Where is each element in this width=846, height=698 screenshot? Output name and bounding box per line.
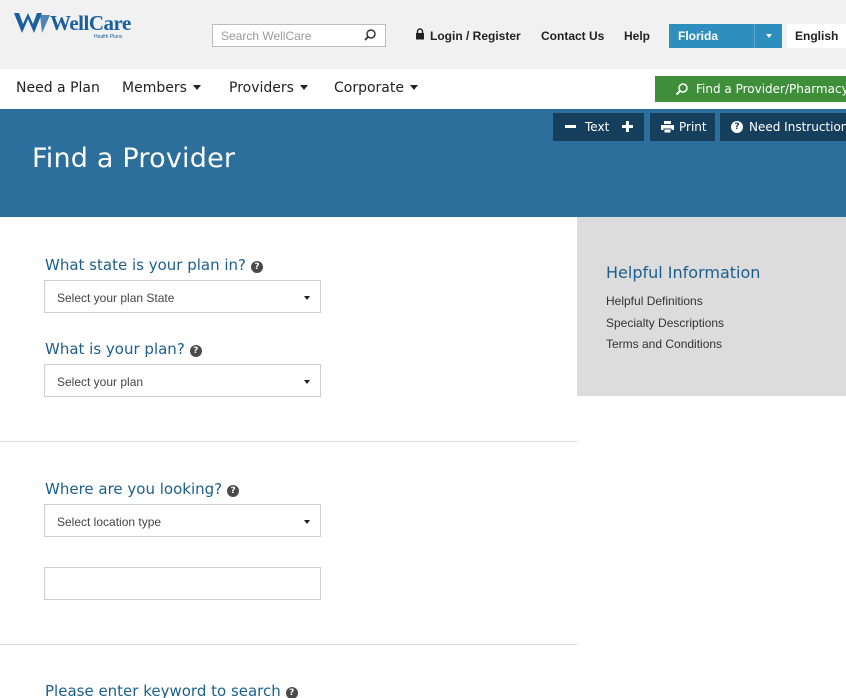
- help-circle-icon[interactable]: ?: [285, 687, 298, 698]
- help-circle-icon[interactable]: ?: [227, 485, 240, 497]
- magnifier-icon: [675, 83, 688, 96]
- plan-state-select-value: Select your plan State: [57, 291, 175, 305]
- plan-state-select[interactable]: Select your plan State: [44, 280, 321, 313]
- help-link[interactable]: Help: [624, 29, 650, 43]
- chevron-down-icon: [754, 24, 782, 48]
- plan-select-value: Select your plan: [57, 375, 144, 389]
- find-provider-pharmacy-button[interactable]: Find a Provider/Pharmacy: [655, 76, 846, 102]
- help-circle-icon[interactable]: ?: [189, 345, 202, 357]
- location-input[interactable]: [44, 567, 321, 600]
- caret-down-icon: [304, 380, 310, 384]
- plan-question-text: What is your plan?: [45, 340, 185, 358]
- plan-select[interactable]: Select your plan: [44, 364, 321, 397]
- nav-providers[interactable]: Providers: [229, 80, 308, 96]
- caret-down-icon: [304, 520, 310, 524]
- keyword-question: Please enter keyword to search?: [45, 682, 298, 698]
- helpful-information-panel: Helpful Information Helpful Definitions …: [577, 217, 846, 396]
- contact-us-link[interactable]: Contact Us: [541, 29, 604, 43]
- need-instructions-label: Need Instructions: [749, 120, 846, 134]
- login-register-link[interactable]: Login / Register: [430, 29, 521, 43]
- lock-icon: [416, 28, 424, 40]
- nav-providers-label: Providers: [229, 80, 294, 96]
- location-question-text: Where are you looking?: [45, 480, 223, 498]
- wellcare-logo[interactable]: WellCare Health Plans: [12, 11, 142, 45]
- nav-need-a-plan[interactable]: Need a Plan: [16, 80, 100, 96]
- language-value: English: [795, 29, 839, 43]
- panel-title: Helpful Information: [606, 263, 761, 282]
- caret-down-icon: [410, 85, 418, 90]
- brand-tagline: Health Plans: [94, 34, 123, 40]
- nav-members[interactable]: Members: [122, 80, 201, 96]
- state-question-text: What state is your plan in?: [45, 256, 246, 274]
- plan-question: What is your plan??: [45, 340, 202, 358]
- nav-corporate[interactable]: Corporate: [334, 80, 418, 96]
- caret-down-icon: [304, 296, 310, 300]
- caret-down-icon: [299, 85, 308, 90]
- helpful-definitions-link[interactable]: Helpful Definitions: [606, 294, 703, 308]
- nav-corporate-label: Corporate: [334, 80, 404, 96]
- text-size-label: Text: [585, 120, 610, 134]
- nav-members-label: Members: [122, 80, 187, 96]
- need-instructions-button[interactable]: ? Need Instructions: [720, 113, 846, 141]
- section-divider: [0, 441, 577, 442]
- terms-and-conditions-link[interactable]: Terms and Conditions: [606, 337, 722, 351]
- search-input[interactable]: [213, 25, 361, 46]
- caret-down-icon: [192, 85, 201, 90]
- state-selector-value: Florida: [678, 29, 719, 43]
- state-question: What state is your plan in??: [45, 256, 263, 274]
- print-button[interactable]: Print: [650, 113, 715, 141]
- brand-name: WellCare: [50, 11, 131, 35]
- section-divider: [0, 644, 577, 645]
- state-selector[interactable]: Florida: [669, 24, 782, 48]
- specialty-descriptions-link[interactable]: Specialty Descriptions: [606, 316, 724, 330]
- nav-need-a-plan-label: Need a Plan: [16, 80, 100, 96]
- text-size-control: Text: [553, 113, 644, 141]
- language-selector[interactable]: English: [787, 24, 846, 48]
- location-question: Where are you looking??: [45, 480, 240, 498]
- question-circle-icon: ?: [731, 121, 743, 133]
- location-type-select-value: Select location type: [57, 515, 162, 529]
- page-title: Find a Provider: [32, 143, 236, 174]
- location-type-select[interactable]: Select location type: [44, 504, 321, 537]
- utility-bar: WellCare Health Plans Login / Register C…: [0, 0, 846, 69]
- minus-icon[interactable]: [565, 125, 576, 128]
- wellcare-w-mark-icon: [14, 13, 50, 33]
- plus-icon[interactable]: [622, 121, 633, 132]
- site-search: [212, 24, 386, 47]
- search-icon[interactable]: [363, 28, 377, 42]
- print-label: Print: [679, 120, 707, 134]
- find-button-label: Find a Provider/Pharmacy: [696, 82, 846, 96]
- printer-icon: [661, 121, 674, 133]
- keyword-question-text: Please enter keyword to search: [45, 682, 281, 698]
- help-circle-icon[interactable]: ?: [250, 261, 263, 273]
